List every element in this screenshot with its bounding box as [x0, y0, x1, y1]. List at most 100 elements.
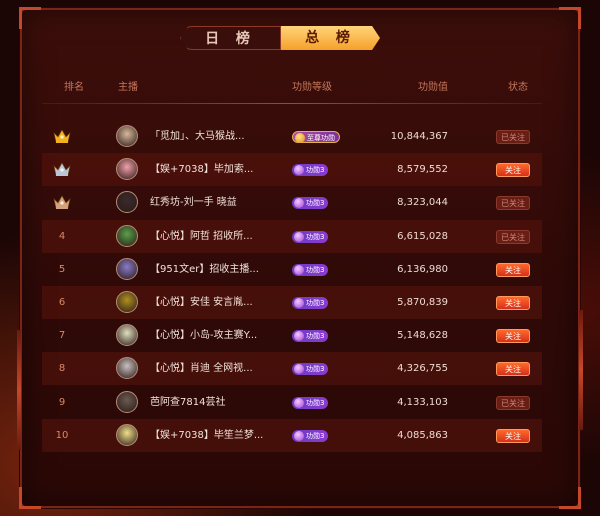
level-label: 功勋3	[306, 166, 325, 175]
avatar[interactable]	[116, 324, 138, 347]
rank-number: 9	[58, 396, 66, 408]
level-badge: 功勋3	[292, 197, 329, 210]
ranking-tabs: 日 榜 总 榜	[180, 26, 380, 50]
corner-ornament	[559, 7, 581, 29]
medal-icon	[294, 298, 304, 308]
merit-value: 5,148,628	[397, 330, 448, 342]
gold-crown-icon	[53, 129, 71, 143]
host-name[interactable]: 【娱+7038】毕笙兰梦...	[150, 419, 278, 452]
tab-total[interactable]: 总 榜	[281, 26, 380, 50]
merit-value: 4,085,863	[397, 429, 448, 441]
host-name[interactable]: 红秀坊-刘一手 晓益	[150, 186, 278, 219]
avatar[interactable]	[116, 291, 138, 313]
follow-button[interactable]: 关注	[496, 163, 530, 178]
merit-value: 10,844,367	[390, 131, 448, 142]
leaderboard-row[interactable]: 6 【心悦】安佳 安言胤... 功勋3 5,870,839 关注	[42, 286, 542, 319]
level-badge: 功勋3	[292, 263, 329, 276]
medal-icon	[294, 264, 304, 275]
follow-button[interactable]: 关注	[496, 428, 530, 443]
header-value: 功勋值	[418, 82, 448, 93]
avatar[interactable]	[116, 224, 138, 247]
corner-ornament	[559, 487, 581, 509]
medal-icon	[294, 430, 304, 441]
level-badge: 功勋3	[292, 230, 329, 243]
avatar[interactable]	[116, 125, 138, 147]
level-label: 功勋3	[306, 265, 325, 274]
merit-value: 4,326,755	[397, 363, 448, 375]
followed-button[interactable]: 已关注	[496, 130, 530, 144]
follow-button[interactable]: 关注	[496, 362, 530, 377]
medal-icon	[294, 198, 304, 209]
silver-crown-icon	[53, 162, 71, 177]
level-label: 功勋3	[306, 232, 325, 241]
corner-ornament	[19, 487, 41, 509]
leaderboard-row[interactable]: 【娱+7038】毕加索... 功勋3 8,579,552 关注	[42, 153, 542, 187]
host-name[interactable]: 芭阿查7814芸社	[150, 386, 278, 419]
host-name[interactable]: 【娱+7038】毕加索...	[150, 153, 278, 186]
level-label: 功勋3	[306, 299, 325, 307]
leaderboard-row[interactable]: 「觅加」、大马猴战... 至尊功勋 10,844,367 已关注	[42, 120, 542, 153]
table-header: 排名 主播 功勋等级 功勋值 状态	[42, 78, 542, 98]
medal-icon	[294, 165, 304, 176]
rank-number: 4	[58, 230, 66, 242]
level-badge: 至尊功勋	[292, 131, 340, 143]
leaderboard-row[interactable]: 7 【心悦】小岛-攻主赛Y... 功勋3 5,148,628 关注	[42, 319, 542, 352]
level-badge: 功勋3	[292, 164, 329, 177]
leaderboard-row[interactable]: 8 【心悦】肖迪 全网视... 功勋3 4,326,755 关注	[42, 352, 542, 386]
level-badge: 功勋3	[292, 330, 329, 343]
level-label: 功勋3	[306, 398, 325, 407]
follow-button[interactable]: 关注	[496, 262, 530, 277]
leaderboard-row[interactable]: 5 【951文er】招收主播... 功勋3 6,136,980 关注	[42, 253, 542, 286]
leaderboard-row[interactable]: 红秀坊-刘一手 晓益 功勋3 8,323,044 已关注	[42, 186, 542, 219]
header-status: 状态	[508, 82, 528, 93]
follow-button[interactable]: 关注	[496, 296, 530, 310]
rank-number: 10	[55, 429, 69, 441]
host-name[interactable]: 【心悦】安佳 安言胤...	[150, 286, 278, 319]
header-level: 功勋等级	[292, 82, 332, 93]
header-host: 主播	[118, 82, 138, 93]
avatar[interactable]	[116, 390, 138, 413]
side-ornament	[579, 310, 583, 430]
level-label: 功勋3	[306, 332, 325, 341]
follow-button[interactable]: 关注	[496, 329, 530, 344]
avatar[interactable]	[116, 191, 138, 214]
followed-button[interactable]: 已关注	[496, 196, 530, 211]
avatar[interactable]	[116, 257, 138, 280]
medal-icon	[294, 364, 304, 375]
merit-value: 6,615,028	[397, 230, 448, 242]
corner-ornament	[19, 7, 41, 29]
level-label: 功勋3	[306, 199, 325, 208]
level-badge: 功勋3	[292, 429, 329, 442]
avatar[interactable]	[116, 423, 138, 446]
level-label: 至尊功勋	[307, 134, 335, 142]
level-label: 功勋3	[306, 431, 325, 440]
header-rank: 排名	[64, 82, 84, 93]
level-badge: 功勋3	[292, 363, 329, 376]
followed-button[interactable]: 已关注	[496, 229, 530, 244]
merit-value: 8,323,044	[397, 197, 448, 209]
tab-daily[interactable]: 日 榜	[180, 26, 281, 50]
merit-value: 8,579,552	[397, 164, 448, 176]
leaderboard-row[interactable]: 9 芭阿查7814芸社 功勋3 4,133,103 已关注	[42, 386, 542, 419]
medal-icon	[294, 231, 304, 242]
level-badge: 功勋3	[292, 396, 329, 409]
merit-value: 5,870,839	[397, 297, 448, 308]
host-name[interactable]: 【951文er】招收主播...	[150, 253, 278, 286]
leaderboard-row[interactable]: 10 【娱+7038】毕笙兰梦... 功勋3 4,085,863 关注	[42, 418, 542, 452]
host-name[interactable]: 【心悦】肖迪 全网视...	[150, 352, 278, 385]
merit-value: 4,133,103	[397, 396, 448, 408]
host-name[interactable]: 【心悦】小岛-攻主赛Y...	[150, 319, 278, 352]
rank-number: 8	[58, 363, 66, 375]
merit-value: 6,136,980	[397, 263, 448, 275]
medal-icon	[294, 397, 304, 408]
medal-icon	[295, 133, 305, 143]
leaderboard-row[interactable]: 4 【心悦】阿哲 招收所... 功勋3 6,615,028 已关注	[42, 219, 542, 253]
level-badge: 功勋3	[292, 297, 329, 309]
host-name[interactable]: 「觅加」、大马猴战...	[150, 120, 278, 153]
avatar[interactable]	[116, 158, 138, 181]
avatar[interactable]	[116, 357, 138, 380]
host-name[interactable]: 【心悦】阿哲 招收所...	[150, 220, 278, 253]
level-label: 功勋3	[306, 365, 325, 374]
followed-button[interactable]: 已关注	[496, 395, 530, 410]
rank-number: 6	[58, 297, 66, 308]
